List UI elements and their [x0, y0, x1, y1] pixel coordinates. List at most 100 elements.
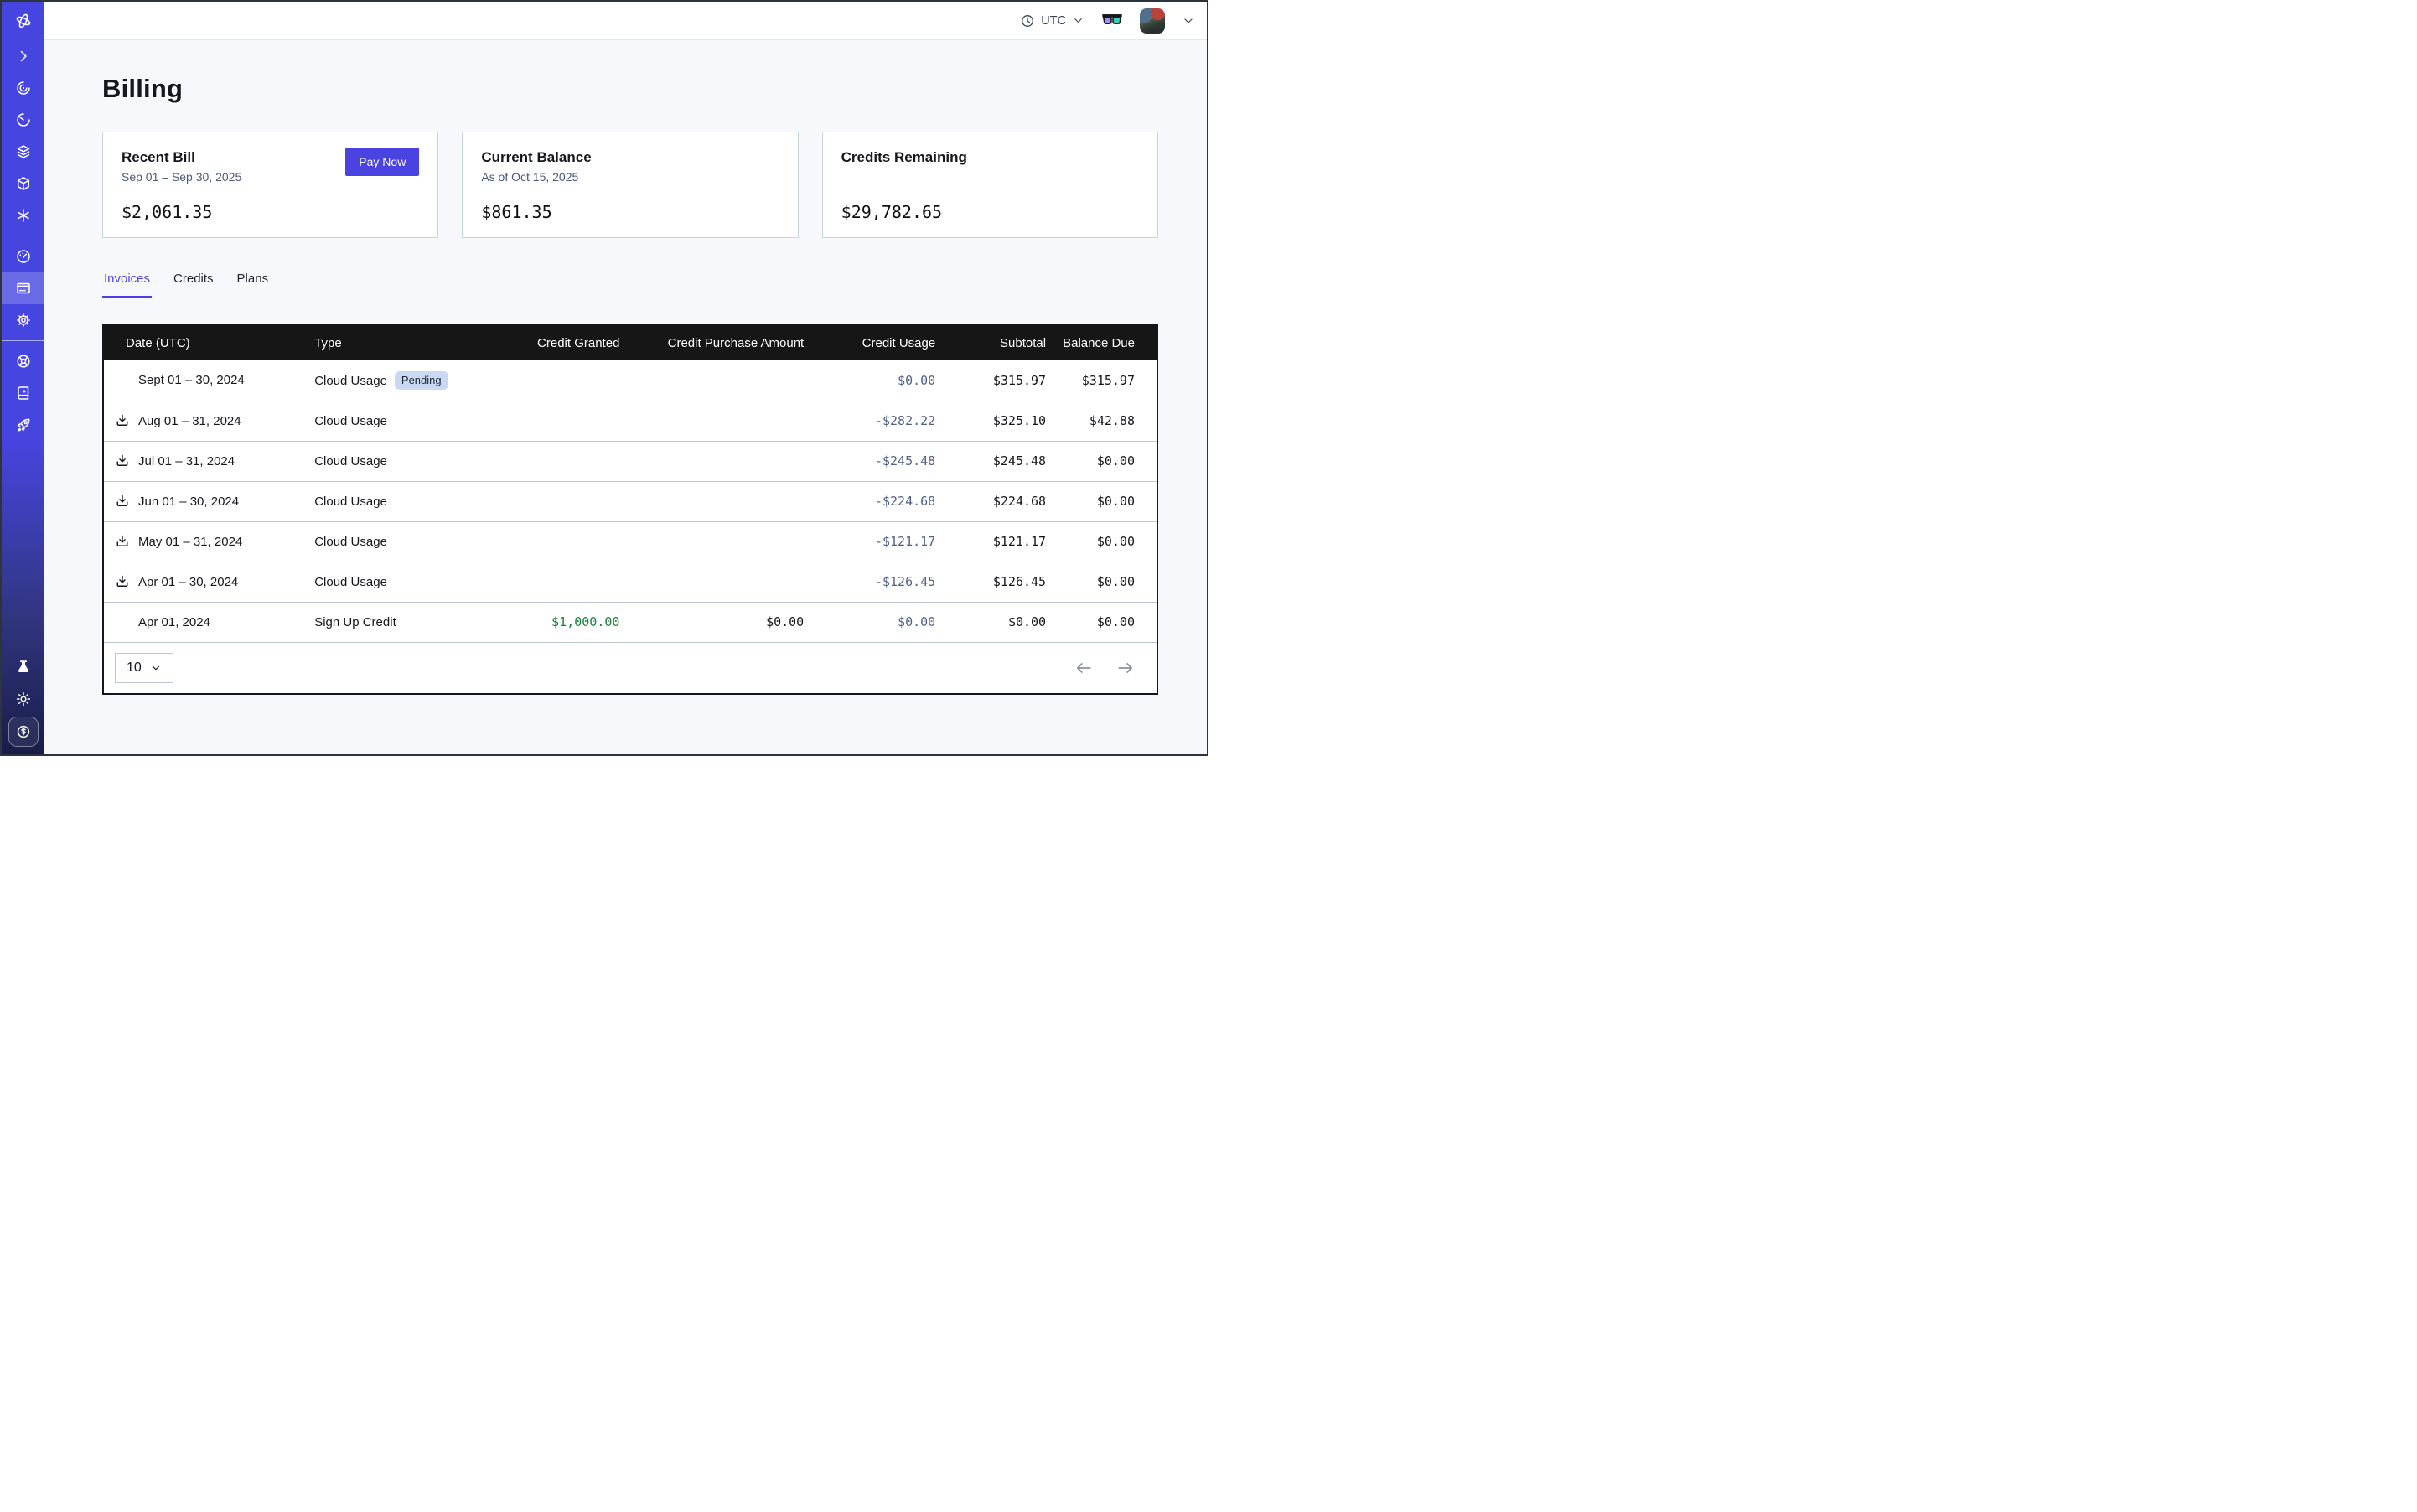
invoice-date: May 01 – 31, 2024	[138, 535, 242, 549]
col-credit-granted: Credit Granted	[504, 325, 619, 360]
credit-usage-value: -$126.45	[804, 562, 935, 602]
credit-granted-value	[504, 562, 619, 602]
sidebar-item-support[interactable]	[2, 345, 44, 377]
invoice-type: Cloud Usage	[314, 374, 387, 388]
theater-mode-button[interactable]	[1101, 13, 1123, 28]
chevron-right-icon	[15, 48, 32, 65]
subtotal-value: $325.10	[935, 401, 1046, 441]
sidebar-item-containers[interactable]	[2, 168, 44, 199]
billing-tabs: Invoices Credits Plans	[102, 272, 1158, 298]
live-view-icon	[15, 80, 32, 96]
tab-invoices[interactable]: Invoices	[102, 272, 152, 298]
balance-due-value: $42.88	[1046, 401, 1157, 441]
book-sparkle-icon	[15, 385, 32, 401]
timezone-label: UTC	[1041, 14, 1066, 28]
sidebar-item-docs[interactable]	[2, 377, 44, 409]
sidebar-item-labs[interactable]	[2, 651, 44, 683]
sidebar-item-getting-started[interactable]	[2, 409, 44, 441]
sidebar-item-expand[interactable]	[2, 40, 44, 72]
previous-page-button[interactable]	[1074, 659, 1093, 677]
credit-purchase-amount-value	[619, 481, 804, 521]
rocket-icon	[15, 417, 32, 433]
credit-purchase-amount-value	[619, 562, 804, 602]
avatar[interactable]	[1140, 8, 1165, 34]
subtotal-value: $245.48	[935, 441, 1046, 481]
credit-granted-value	[504, 360, 619, 401]
chevron-down-icon[interactable]	[1182, 14, 1195, 28]
history-timer-icon	[15, 111, 32, 128]
invoices-table: Date (UTC) Type Credit Granted Credit Pu…	[104, 325, 1157, 642]
balance-due-value: $0.00	[1046, 602, 1157, 642]
sidebar-item-settings[interactable]	[2, 304, 44, 336]
current-balance-as-of: As of Oct 15, 2025	[481, 170, 779, 184]
timezone-selector[interactable]: UTC	[1020, 13, 1084, 28]
credit-usage-value: -$282.22	[804, 401, 935, 441]
download-icon	[115, 413, 130, 428]
credit-purchase-amount-value	[619, 360, 804, 401]
credit-granted-value	[504, 521, 619, 562]
sidebar-item-live[interactable]	[2, 72, 44, 104]
sidebar-item-home[interactable]	[2, 2, 44, 40]
pay-now-button[interactable]: Pay Now	[345, 148, 419, 176]
credit-granted-value	[504, 441, 619, 481]
gauge-icon	[15, 248, 32, 265]
sidebar	[2, 2, 44, 754]
download-invoice-button[interactable]	[115, 413, 130, 428]
credits-button[interactable]	[8, 717, 39, 747]
pagination-bar: 10	[104, 642, 1157, 693]
balance-due-value: $0.00	[1046, 481, 1157, 521]
sidebar-item-billing[interactable]	[2, 272, 44, 304]
current-balance-amount: $861.35	[481, 202, 779, 222]
credit-usage-value: -$245.48	[804, 441, 935, 481]
invoices-table-container: Date (UTC) Type Credit Granted Credit Pu…	[102, 324, 1158, 695]
recent-bill-title: Recent Bill	[122, 149, 241, 166]
dollar-badge-icon	[15, 723, 32, 740]
tab-plans[interactable]: Plans	[235, 272, 271, 298]
recent-bill-amount: $2,061.35	[122, 202, 419, 222]
main-area: UTC Billing Recent Bill	[44, 2, 1207, 754]
sidebar-item-layers[interactable]	[2, 136, 44, 168]
download-invoice-button[interactable]	[115, 494, 130, 509]
sidebar-item-history[interactable]	[2, 104, 44, 136]
next-page-button[interactable]	[1116, 659, 1135, 677]
status-badge: Pending	[395, 371, 448, 390]
col-date: Date (UTC)	[104, 325, 314, 360]
balance-due-value: $0.00	[1046, 521, 1157, 562]
subtotal-value: $315.97	[935, 360, 1046, 401]
sidebar-item-usage[interactable]	[2, 241, 44, 272]
credit-usage-value: $0.00	[804, 360, 935, 401]
balance-due-value: $315.97	[1046, 360, 1157, 401]
recent-bill-card: Recent Bill Sep 01 – Sep 30, 2025 Pay No…	[102, 132, 438, 238]
chevron-down-icon	[150, 662, 162, 674]
col-credit-purchase-amount: Credit Purchase Amount	[619, 325, 804, 360]
current-balance-title: Current Balance	[481, 149, 779, 166]
sidebar-item-apps[interactable]	[2, 199, 44, 231]
credit-usage-value: $0.00	[804, 602, 935, 642]
invoice-row: May 01 – 31, 2024 Cloud Usage -$121.17 $…	[104, 521, 1157, 562]
invoice-row: Aug 01 – 31, 2024 Cloud Usage -$282.22 $…	[104, 401, 1157, 441]
tab-credits[interactable]: Credits	[172, 272, 215, 298]
invoice-row: Jul 01 – 31, 2024 Cloud Usage -$245.48 $…	[104, 441, 1157, 481]
download-invoice-button[interactable]	[115, 534, 130, 549]
invoice-row: Jun 01 – 30, 2024 Cloud Usage -$224.68 $…	[104, 481, 1157, 521]
sidebar-bottom-group	[2, 651, 44, 754]
sidebar-item-theme[interactable]	[2, 683, 44, 715]
gear-icon	[15, 312, 32, 329]
subtotal-value: $0.00	[935, 602, 1046, 642]
download-invoice-button[interactable]	[115, 574, 130, 589]
invoice-table-body: Sept 01 – 30, 2024 Cloud UsagePending $0…	[104, 360, 1157, 642]
credit-granted-value: $1,000.00	[504, 602, 619, 642]
invoice-date: Jul 01 – 31, 2024	[138, 454, 235, 469]
invoice-date: Apr 01 – 30, 2024	[138, 575, 238, 589]
credit-usage-value: -$224.68	[804, 481, 935, 521]
invoice-row: Apr 01, 2024 Sign Up Credit $1,000.00 $0…	[104, 602, 1157, 642]
col-credit-usage: Credit Usage	[804, 325, 935, 360]
invoice-type: Cloud Usage	[314, 535, 387, 549]
page-size-select[interactable]: 10	[115, 653, 173, 683]
download-invoice-button[interactable]	[115, 453, 130, 469]
download-icon	[115, 574, 130, 589]
sidebar-divider	[2, 340, 44, 341]
col-type: Type	[314, 325, 504, 360]
col-subtotal: Subtotal	[935, 325, 1046, 360]
invoice-type: Cloud Usage	[314, 495, 387, 509]
